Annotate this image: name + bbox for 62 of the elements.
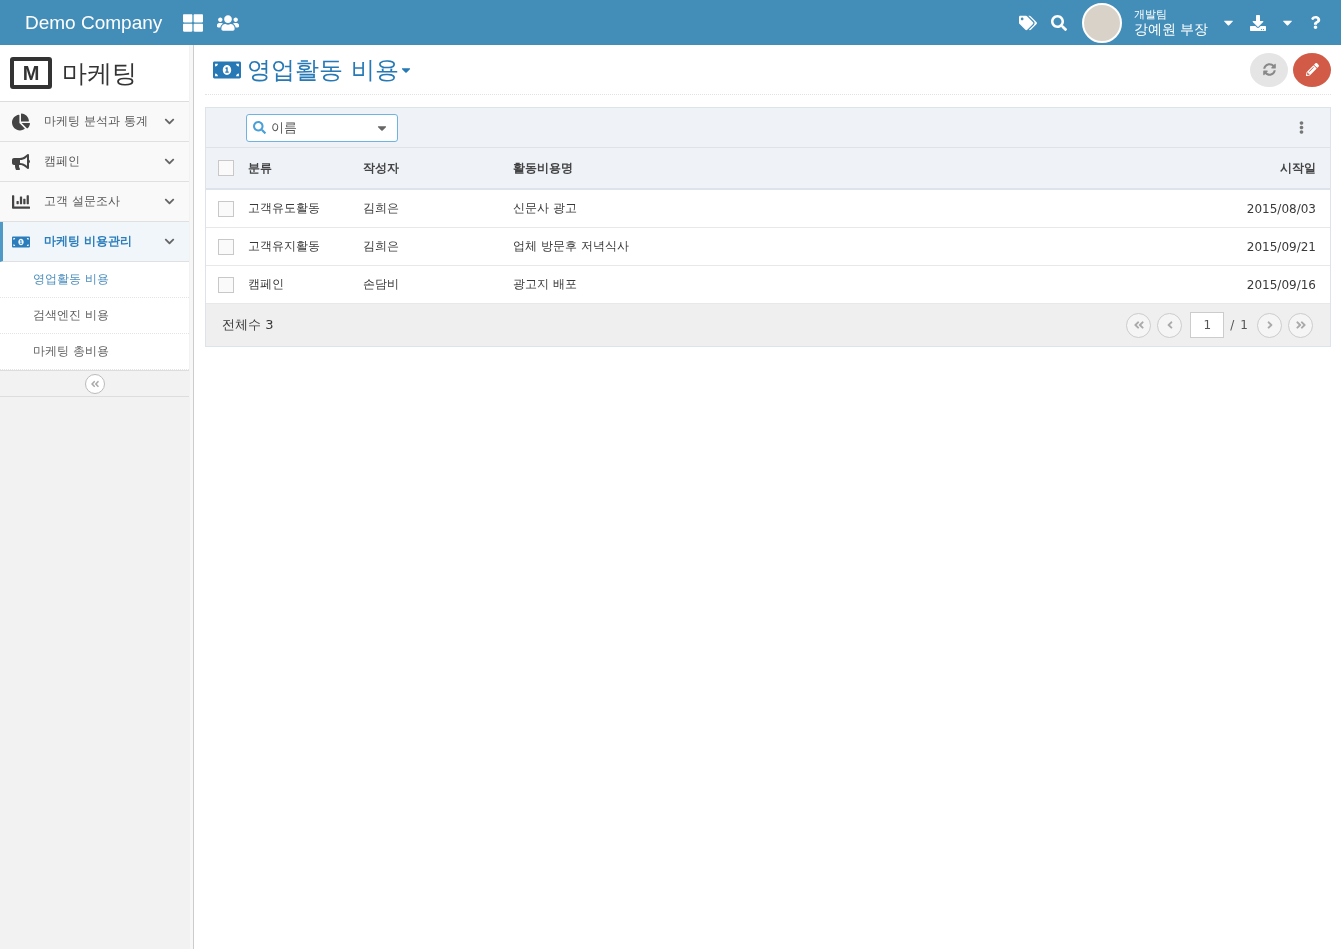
sidebar-item[interactable]: 마케팅 비용관리 <box>0 222 189 262</box>
tags-icon[interactable] <box>1018 13 1037 32</box>
submenu-item[interactable]: 마케팅 총비용 <box>0 334 189 370</box>
row-checkbox[interactable] <box>218 276 234 293</box>
column-header[interactable]: 활동비용명 <box>509 159 1210 177</box>
refresh-icon <box>1262 63 1276 76</box>
sidebar-title: 마케팅 <box>62 57 137 90</box>
double-left-icon <box>1132 319 1145 331</box>
logo: M <box>10 57 52 89</box>
table-cell-text: 김희은 <box>362 238 400 255</box>
search-field[interactable]: 이름 <box>246 113 398 142</box>
edit-button[interactable] <box>1293 52 1331 87</box>
submenu-item[interactable]: 영업활동 비용 <box>0 262 189 298</box>
table-cell-text: 캠페인 <box>247 276 285 293</box>
menu-label: 마케팅 분석과 통계 <box>44 113 149 130</box>
chevron-icon <box>164 196 175 207</box>
table-cell-text: 고객유도활동 <box>247 200 321 217</box>
table-cell-text: 김희은 <box>362 200 400 217</box>
menu-label: 고객 설문조사 <box>44 193 121 210</box>
select-all-checkbox[interactable] <box>218 160 234 176</box>
column-header[interactable]: 분류 <box>244 159 359 177</box>
search-icon <box>253 121 266 134</box>
first-page-button[interactable] <box>1126 312 1152 338</box>
pencil-icon <box>1305 63 1319 76</box>
double-right-icon <box>1294 319 1307 331</box>
chevron-icon <box>164 236 175 247</box>
search-icon[interactable] <box>1050 14 1067 31</box>
sidebar-item[interactable]: 고객 설문조사 <box>0 182 189 222</box>
collapse-button[interactable] <box>84 373 105 394</box>
grid-icon[interactable] <box>183 12 204 33</box>
table-cell-text: 광고지 배포 <box>512 276 578 293</box>
menu-label: 마케팅 비용관리 <box>44 233 134 250</box>
submenu-item[interactable]: 검색엔진 비용 <box>0 298 189 334</box>
menu-label: 캠페인 <box>44 153 81 170</box>
last-page-button[interactable] <box>1288 312 1313 338</box>
table-cell-text: 2015/09/21 <box>1245 239 1317 254</box>
page-count: 1 <box>1240 318 1248 332</box>
refresh-button[interactable] <box>1250 52 1288 87</box>
row-checkbox[interactable] <box>218 238 234 255</box>
user-name: 강예원 부장 <box>1133 20 1208 38</box>
column-header[interactable]: 작성자 <box>359 159 509 177</box>
avatar[interactable] <box>1081 2 1122 43</box>
total-count: 전체수 3 <box>222 316 275 334</box>
help-icon[interactable] <box>1309 16 1322 29</box>
row-checkbox[interactable] <box>218 200 234 217</box>
table-cell-text: 신문사 광고 <box>512 200 578 217</box>
chevron-icon <box>164 116 175 127</box>
company-name[interactable]: Demo Company <box>25 11 163 34</box>
table-cell-text: 업체 방문후 저녁식사 <box>512 238 630 255</box>
user-team: 개발팀 <box>1133 7 1168 21</box>
sidebar-item[interactable]: 마케팅 분석과 통계 <box>0 102 189 142</box>
column-header[interactable]: 시작일 <box>1210 159 1330 177</box>
table-cell-text: 손담비 <box>362 276 400 293</box>
table-cell-text: 2015/09/16 <box>1245 277 1317 292</box>
download-icon[interactable] <box>1250 14 1266 31</box>
sidebar-item[interactable]: 캠페인 <box>0 142 189 182</box>
table-cell-text: 2015/08/03 <box>1245 201 1317 216</box>
page-separator: / <box>1230 318 1235 332</box>
chevron-icon <box>164 156 175 167</box>
page-input[interactable]: 1 <box>1190 312 1225 338</box>
double-left-icon <box>89 378 100 389</box>
table-cell-text: 고객유지활동 <box>247 238 321 255</box>
